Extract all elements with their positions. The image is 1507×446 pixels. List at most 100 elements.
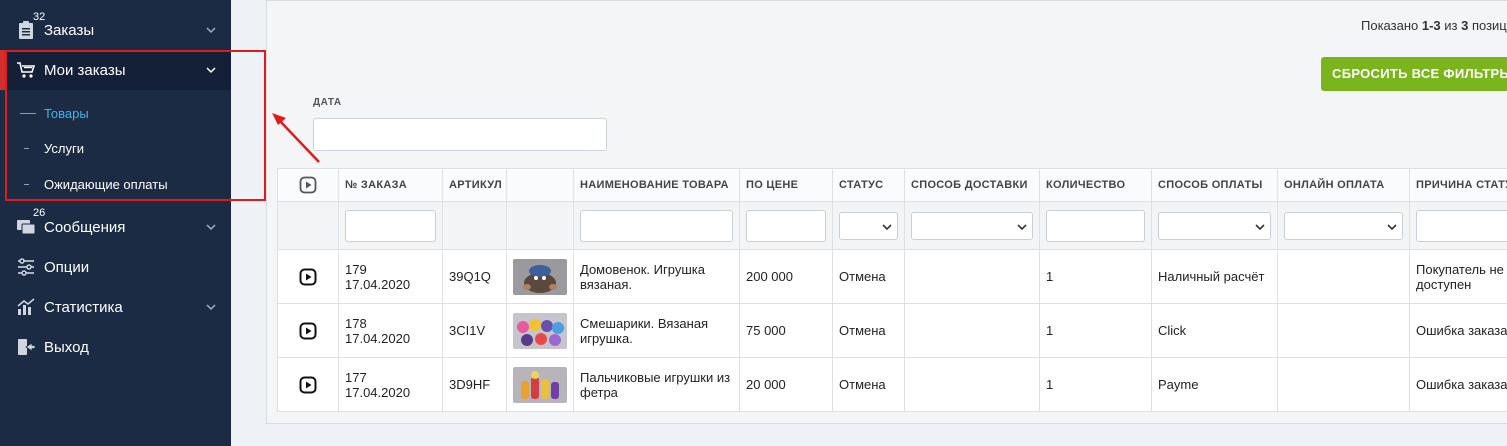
quantity-cell: 1 — [1039, 249, 1152, 304]
payment-filter-select[interactable] — [1158, 211, 1271, 240]
product-name-cell: Смешарики. Вязаная игрушка. — [573, 303, 740, 358]
filter-cell — [442, 201, 507, 250]
chevron-down-icon — [1255, 223, 1265, 230]
filter-cell — [338, 201, 443, 250]
expand-cell[interactable] — [277, 303, 339, 358]
quantity-cell: 1 — [1039, 357, 1152, 412]
status-cell: Отмена — [832, 249, 905, 304]
col-header-product-name[interactable]: НАИМЕНОВАНИЕ ТОВАРА — [573, 168, 740, 202]
delivery-cell — [904, 303, 1040, 358]
payment-cell: Payme — [1151, 357, 1278, 412]
sidebar-item-label: Заказы — [44, 21, 95, 39]
col-header-status-reason[interactable]: ПРИЧИНА СТАТУСА — [1409, 168, 1507, 202]
reset-filters-button[interactable]: СБРОСИТЬ ВСЕ ФИЛЬТРЫ — [1321, 57, 1507, 91]
messages-icon — [17, 220, 36, 235]
col-header-order-number[interactable]: № ЗАКАЗА — [338, 168, 443, 202]
sidebar-item-statistics[interactable]: Статистика — [0, 287, 231, 327]
stats-icon — [17, 298, 35, 315]
status-cell: Отмена — [832, 357, 905, 412]
sidebar-item-label: Выход — [44, 338, 89, 356]
expand-all-cell[interactable] — [277, 168, 339, 202]
highlight-box — [5, 50, 266, 201]
product-name-cell: Пальчиковые игрушки из фетра — [573, 357, 740, 412]
col-header-quantity[interactable]: КОЛИЧЕСТВО — [1039, 168, 1152, 202]
filter-cell — [1409, 201, 1507, 250]
payment-cell: Наличный расчёт — [1151, 249, 1278, 304]
play-icon[interactable] — [299, 376, 317, 394]
order-number-filter[interactable] — [345, 209, 436, 242]
table-row[interactable]: 178 17.04.2020 3CI1V Смешарики. Вязаная иг… — [277, 303, 1507, 358]
product-thumbnail[interactable] — [513, 312, 567, 349]
reason-line: Покупатель не — [1416, 261, 1504, 277]
sidebar-item-messages[interactable]: 26 Сообщения — [0, 207, 231, 247]
status-filter-select[interactable] — [839, 211, 898, 240]
online-payment-filter-select[interactable] — [1284, 211, 1403, 240]
image-cell — [506, 357, 574, 412]
sidebar-item-label: Сообщения — [44, 218, 126, 236]
col-header-sku[interactable]: АРТИКУЛ — [442, 168, 507, 202]
chevron-down-icon — [206, 27, 216, 34]
product-thumbnail[interactable] — [513, 366, 567, 403]
price-cell: 20 000 — [739, 357, 833, 412]
order-number: 179 — [345, 261, 367, 277]
col-header-status[interactable]: СТАТУС — [832, 168, 905, 202]
image-cell — [506, 303, 574, 358]
order-number: 177 — [345, 369, 367, 385]
online-payment-cell — [1277, 357, 1410, 412]
header-row: № ЗАКАЗА АРТИКУЛ НАИМЕНОВАНИЕ ТОВАРА ПО … — [277, 168, 1507, 202]
orders-icon — [19, 21, 33, 39]
quantity-filter[interactable] — [1046, 209, 1145, 242]
product-name-cell: Домовенок. Игрушка вязаная. — [573, 249, 740, 304]
filter-cell — [1151, 201, 1278, 250]
options-icon — [18, 258, 34, 276]
delivery-filter-select[interactable] — [911, 211, 1033, 240]
col-header-payment[interactable]: СПОСОБ ОПЛАТЫ — [1151, 168, 1278, 202]
app-root: 32 Заказы Мои заказы Товары Услуги Ожида… — [0, 0, 1507, 446]
product-thumbnail[interactable] — [513, 258, 567, 295]
expand-cell[interactable] — [277, 249, 339, 304]
col-header-delivery[interactable]: СПОСОБ ДОСТАВКИ — [904, 168, 1040, 202]
order-cell: 177 17.04.2020 — [338, 357, 443, 412]
play-icon[interactable] — [299, 268, 317, 286]
filter-cell — [904, 201, 1040, 250]
status-reason-cell: Покупатель не доступен — [1409, 249, 1507, 304]
sku-cell: 3CI1V — [442, 303, 507, 358]
image-cell — [506, 249, 574, 304]
order-date: 17.04.2020 — [345, 384, 411, 400]
expand-cell[interactable] — [277, 357, 339, 412]
play-icon[interactable] — [299, 322, 317, 340]
product-name-line: Пальчиковые игрушки из — [580, 369, 731, 385]
sidebar-item-options[interactable]: Опции — [0, 247, 231, 287]
exit-icon — [18, 339, 36, 355]
status-cell: Отмена — [832, 303, 905, 358]
product-name-filter[interactable] — [580, 209, 733, 242]
sidebar-item-orders[interactable]: 32 Заказы — [0, 10, 231, 50]
date-filter-input[interactable] — [313, 118, 607, 151]
delivery-cell — [904, 249, 1040, 304]
annotation-arrow — [272, 113, 320, 163]
shown-counter: Показано 1-3 из 3 позиц — [1361, 18, 1507, 33]
filter-cell — [739, 201, 833, 250]
price-cell: 75 000 — [739, 303, 833, 358]
order-cell: 178 17.04.2020 — [338, 303, 443, 358]
col-header-price[interactable]: ПО ЦЕНЕ — [739, 168, 833, 202]
order-date: 17.04.2020 — [345, 276, 411, 292]
filter-cell — [573, 201, 740, 250]
status-reason-cell: Ошибка заказа — [1409, 303, 1507, 358]
price-filter[interactable] — [746, 209, 826, 242]
filter-cell — [277, 201, 339, 250]
col-header-online-payment[interactable]: ОНЛАЙН ОПЛАТА — [1277, 168, 1410, 202]
orders-table: № ЗАКАЗА АРТИКУЛ НАИМЕНОВАНИЕ ТОВАРА ПО … — [277, 168, 1507, 412]
sku-cell: 39Q1Q — [442, 249, 507, 304]
status-reason-filter[interactable] — [1416, 209, 1507, 242]
filter-row — [277, 201, 1507, 250]
filter-cell — [506, 201, 574, 250]
filter-cell — [1039, 201, 1152, 250]
table-row[interactable]: 177 17.04.2020 3D9HF Пальчиковые игрушки … — [277, 357, 1507, 412]
col-header-image — [506, 168, 574, 202]
filter-cell — [1277, 201, 1410, 250]
sidebar-item-exit[interactable]: Выход — [0, 327, 231, 367]
table-row[interactable]: 179 17.04.2020 39Q1Q Домовенок. Игрушка вя… — [277, 249, 1507, 304]
play-icon[interactable] — [299, 176, 317, 194]
chevron-down-icon — [1387, 223, 1397, 230]
